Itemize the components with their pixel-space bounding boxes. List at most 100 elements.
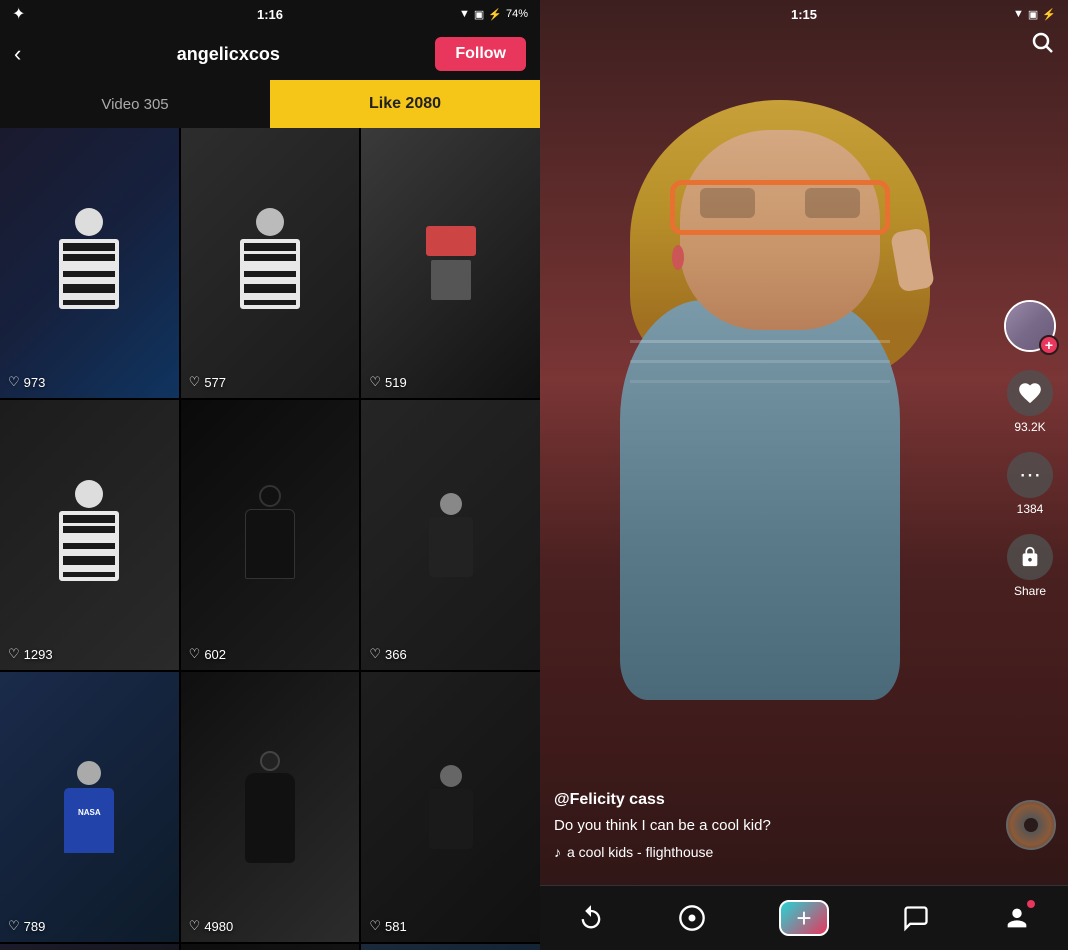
comment-icon: ⋯ (1019, 462, 1041, 488)
share-label: Share (1014, 584, 1046, 598)
grid-item[interactable]: NASA ♡ 789 (0, 672, 179, 942)
heart-icon: ♡ (8, 918, 20, 934)
thumbnail-art (181, 128, 360, 398)
time-left: 1:16 (257, 7, 283, 22)
video-username: @Felicity cass (554, 791, 988, 809)
shirt-line-3 (630, 380, 890, 383)
heart-icon: ♡ (189, 918, 201, 934)
thumbnail-art (0, 944, 179, 950)
battery-icon-right: ⚡ (1042, 8, 1056, 21)
stripe-1 (244, 261, 296, 268)
figure-head (75, 208, 103, 236)
cosplay-body (429, 517, 473, 577)
share-button[interactable] (1007, 534, 1053, 580)
heart-icon: ♡ (189, 374, 201, 390)
signal-icon: ▣ (474, 8, 484, 21)
grid-item[interactable]: ♡ 519 (361, 128, 540, 398)
nav-profile[interactable] (1003, 904, 1031, 932)
right-panel: 1:15 ▼ ▣ ⚡ + 93.2K (540, 0, 1068, 950)
stripe-1 (63, 261, 115, 268)
left-panel: ✦ 1:16 ▼ ▣ ⚡ 74% ‹ angelicxcos Follow Vi… (0, 0, 540, 950)
girl-visual (600, 80, 960, 830)
earring (672, 245, 684, 270)
tab-video[interactable]: Video 305 (0, 80, 270, 128)
nav-create[interactable]: + (779, 900, 829, 936)
like-count: ♡ 973 (8, 374, 45, 390)
outfit-figure (54, 208, 124, 318)
heart-icon: ♡ (8, 374, 20, 390)
dark-figure-container (245, 751, 295, 863)
heart-icon: ♡ (369, 918, 381, 934)
thumbnail-art (181, 944, 360, 950)
grid-item[interactable]: ♡ 696 (0, 944, 179, 950)
grid-item[interactable]: ♡ 654 (181, 944, 360, 950)
grid-item[interactable]: ♡ 1293 (0, 400, 179, 670)
video-grid: ♡ 973 ♡ 577 (0, 128, 540, 950)
thumbnail-art: NASA (0, 672, 179, 942)
grid-item[interactable]: ♡ 392 (361, 944, 540, 950)
figure-body (240, 239, 300, 309)
grid-item[interactable]: ♡ 577 (181, 128, 360, 398)
face-shape (680, 130, 880, 330)
share-action[interactable]: Share (1007, 534, 1053, 598)
nav-replay[interactable] (577, 904, 605, 932)
like-count: ♡ 577 (189, 374, 226, 390)
follow-plus-badge[interactable]: + (1039, 335, 1059, 355)
sil-head (259, 485, 281, 507)
figure-body (59, 239, 119, 309)
status-bar-right: 1:15 ▼ ▣ ⚡ (540, 0, 1068, 28)
glasses-frame (670, 180, 890, 235)
grid-item[interactable]: ♡ 366 (361, 400, 540, 670)
cosplay-figure-2 (429, 765, 473, 849)
status-bar-left: ✦ 1:16 ▼ ▣ ⚡ 74% (0, 0, 540, 28)
like-count: ♡ 4980 (189, 918, 234, 934)
figure-head (75, 480, 103, 508)
figure-head (256, 208, 284, 236)
music-info: ♪ a cool kids - flighthouse (554, 844, 988, 860)
comment-button[interactable]: ⋯ (1007, 452, 1053, 498)
profile-notification-dot (1027, 900, 1035, 908)
cosplay-head (440, 493, 462, 515)
battery-percent: 74% (506, 8, 528, 20)
figure-body (59, 511, 119, 581)
battery-icon: ⚡ (488, 8, 502, 21)
heart-icon: ♡ (8, 646, 20, 662)
thumbnail-art (361, 672, 540, 942)
music-note-icon: ♪ (554, 844, 561, 860)
tab-like[interactable]: Like 2080 (270, 80, 540, 128)
comment-action[interactable]: ⋯ 1384 (1007, 452, 1053, 516)
stripe-2 (63, 549, 115, 556)
nav-discover[interactable] (678, 904, 706, 932)
item-shape-2 (431, 260, 471, 300)
cosplay-head-2 (440, 765, 462, 787)
nav-inbox[interactable] (902, 904, 930, 932)
back-button[interactable]: ‹ (14, 41, 21, 67)
like-count: ♡ 789 (8, 918, 45, 934)
grid-item[interactable]: ♡ 973 (0, 128, 179, 398)
music-title: a cool kids - flighthouse (567, 844, 713, 860)
thumbnail-art (0, 400, 179, 670)
heart-icon: ♡ (369, 374, 381, 390)
grid-item[interactable]: ♡ 602 (181, 400, 360, 670)
cosplay-figure (429, 493, 473, 577)
like-count-right: 93.2K (1014, 420, 1045, 434)
grid-item[interactable]: ♡ 4980 (181, 672, 360, 942)
creator-avatar[interactable]: + (1004, 300, 1056, 352)
nasa-figure: NASA (64, 761, 114, 853)
grid-item[interactable]: ♡ 581 (361, 672, 540, 942)
outfit-figure (235, 208, 305, 318)
like-count: ♡ 581 (369, 918, 406, 934)
stripe-3 (63, 293, 115, 300)
video-caption: Do you think I can be a cool kid? (554, 815, 988, 836)
like-count: ♡ 1293 (8, 646, 53, 662)
like-button[interactable] (1007, 370, 1053, 416)
search-button[interactable] (1030, 30, 1054, 60)
nasa-body: NASA (64, 788, 114, 853)
cosplay-body-2 (429, 789, 473, 849)
item-shape (426, 226, 476, 256)
status-icons-left: ▼ ▣ ⚡ 74% (459, 8, 528, 21)
like-count: ♡ 366 (369, 646, 406, 662)
follow-button[interactable]: Follow (435, 37, 526, 71)
like-action[interactable]: 93.2K (1007, 370, 1053, 434)
dark-head (260, 751, 280, 771)
